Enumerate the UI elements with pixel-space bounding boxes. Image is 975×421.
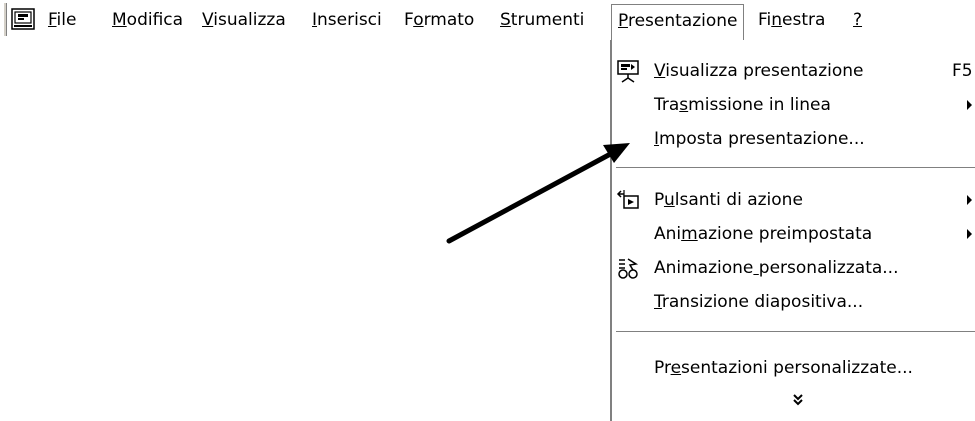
menu-visualizza[interactable]: Visualizza (196, 4, 292, 36)
dropdown-item-animazione-personalizzata[interactable]: Animazione personalizzata... (612, 251, 975, 285)
toolbar-grip[interactable] (3, 3, 7, 36)
menu-formato[interactable]: Formato (398, 4, 480, 36)
mnemonic-char: F (48, 10, 57, 30)
mnemonic-char: u (663, 190, 675, 210)
mnemonic-char: I (312, 10, 318, 30)
custom-animation-icon (616, 256, 640, 280)
mnemonic-char: e (670, 358, 682, 378)
mnemonic-char: M (112, 10, 127, 30)
presentazione-dropdown: Visualizza presentazione F5 Trasmissione… (610, 40, 975, 421)
dropdown-item-pulsanti-di-azione[interactable]: Pulsanti di azione (612, 183, 975, 217)
submenu-arrow-icon (967, 100, 972, 110)
menu-strumenti[interactable]: Strumenti (494, 4, 590, 36)
submenu-arrow-icon (967, 229, 972, 239)
dropdown-item-imposta-presentazione[interactable]: Imposta presentazione... (612, 122, 975, 156)
mnemonic-char: n (771, 10, 783, 30)
dropdown-item-transizione-diapositiva[interactable]: Transizione diapositiva... (612, 285, 975, 319)
app-window: File Modifica Visualizza Inserisci Forma… (0, 0, 975, 421)
dropdown-item-visualizza-presentazione[interactable]: Visualizza presentazione F5 (612, 54, 975, 88)
menu-file[interactable]: File (42, 4, 82, 36)
menu-separator (616, 167, 975, 169)
mnemonic-char: S (500, 10, 511, 30)
mnemonic-char: s (679, 95, 689, 115)
menu-inserisci[interactable]: Inserisci (306, 4, 388, 36)
mnemonic-char: m (681, 224, 698, 244)
menu-separator (616, 331, 975, 333)
mnemonic-char: P (618, 11, 628, 31)
dropdown-item-label: Transizione diapositiva... (654, 292, 864, 312)
dropdown-item-label: Imposta presentazione... (654, 129, 865, 149)
mnemonic-char: o (413, 10, 424, 30)
shortcut-label: F5 (952, 61, 973, 81)
mnemonic-char: V (654, 61, 666, 81)
dropdown-item-label: Animazione preimpostata (654, 224, 873, 244)
mnemonic-char: T (654, 292, 662, 312)
dropdown-item-label: Trasmissione in linea (654, 95, 831, 115)
dropdown-item-animazione-preimpostata[interactable]: Animazione preimpostata (612, 217, 975, 251)
submenu-arrow-icon (967, 195, 972, 205)
menu-modifica[interactable]: Modifica (106, 4, 189, 36)
dropdown-item-label: Presentazioni personalizzate... (654, 358, 913, 378)
menu-presentazione[interactable]: Presentazione (611, 4, 745, 40)
mnemonic-char: I (654, 129, 660, 149)
dropdown-item-label: Visualizza presentazione (654, 61, 864, 81)
document-window-icon[interactable] (11, 8, 35, 30)
mnemonic-char (753, 258, 758, 278)
menu-help[interactable]: ? (847, 4, 868, 36)
action-buttons-icon (616, 188, 640, 212)
dropdown-item-label: Pulsanti di azione (654, 190, 803, 210)
menu-finestra[interactable]: Finestra (752, 4, 831, 36)
dropdown-item-trasmissione-in-linea[interactable]: Trasmissione in linea (612, 88, 975, 122)
menu-bar: File Modifica Visualizza Inserisci Forma… (0, 0, 975, 40)
mnemonic-char: ? (853, 10, 863, 30)
chevron-double-down-icon[interactable] (788, 390, 808, 410)
slideshow-icon (616, 59, 640, 83)
mnemonic-char: V (202, 10, 214, 30)
dropdown-item-label: Animazione personalizzata... (654, 258, 899, 278)
dropdown-item-presentazioni-personalizzate[interactable]: Presentazioni personalizzate... (612, 351, 975, 385)
